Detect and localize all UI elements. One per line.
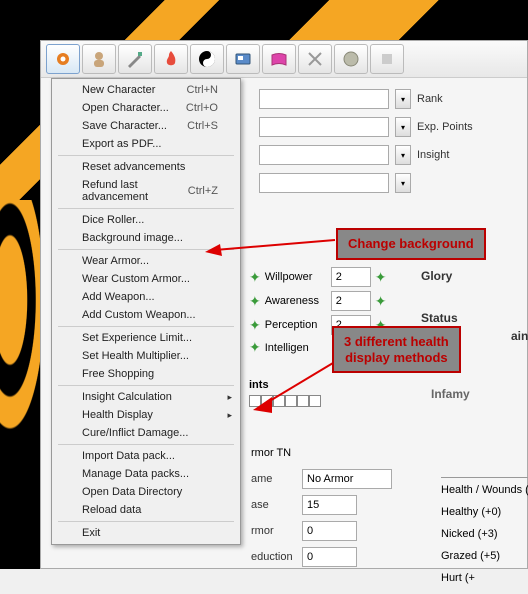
taint-header: aint [511,329,528,343]
menu-item[interactable]: Insight Calculation [54,388,238,406]
menu-item[interactable]: Dice Roller... [54,211,238,229]
menu-item[interactable]: Free Shopping [54,365,238,383]
armor-red-field[interactable] [302,547,357,567]
armor-base-label: ase [251,499,296,511]
armor-armor-field[interactable] [302,521,357,541]
menu-item[interactable]: Set Health Multiplier... [54,347,238,365]
armor-tn-label: rmor TN [251,447,392,459]
stat-field[interactable] [331,291,371,311]
insight-field[interactable] [259,145,389,165]
menu-item[interactable]: Reset advancements [54,158,238,176]
tool-swords[interactable] [118,44,152,74]
rank-dropdown[interactable]: ▾ [395,89,411,109]
armor-name-field[interactable] [302,469,392,489]
tool-yinyang[interactable] [190,44,224,74]
tool-gear[interactable] [46,44,80,74]
armor-red-label: eduction [251,551,296,563]
plus-icon[interactable]: ✦ [375,293,387,310]
menu-item[interactable]: Reload data [54,501,238,519]
extra-dropdown[interactable]: ▾ [395,173,411,193]
menu-item[interactable]: Open Character...Ctrl+O [54,99,238,117]
tool-crossed[interactable] [298,44,332,74]
glory-header: Glory [421,269,458,283]
hw-row: Hurt (+ [441,572,528,584]
tool-flame[interactable] [154,44,188,74]
menu-item[interactable]: Health Display [54,406,238,424]
menu-item[interactable]: Add Custom Weapon... [54,306,238,324]
menu-item[interactable]: Refund last advancementCtrl+Z [54,176,238,206]
hw-title: Health / Wounds (x [441,484,528,496]
menu-item[interactable]: Manage Data packs... [54,465,238,483]
plus-icon[interactable]: ✦ [249,339,261,356]
hw-row: Healthy (+0) [441,506,528,518]
menu-item[interactable]: Exit [54,524,238,542]
plus-icon[interactable]: ✦ [249,269,261,286]
hw-row: Nicked (+3) [441,528,528,540]
main-toolbar [41,41,527,78]
armor-name-label: ame [251,473,296,485]
infamy-header: Infamy [431,387,470,401]
menu-item[interactable]: New CharacterCtrl+N [54,81,238,99]
exp-label: Exp. Points [417,121,473,133]
armor-armor-label: rmor [251,525,296,537]
annotation-health-display: 3 different health display methods [332,326,461,373]
extra-field[interactable] [259,173,389,193]
menu-item[interactable]: Set Experience Limit... [54,329,238,347]
rank-field[interactable] [259,89,389,109]
app-window: New CharacterCtrl+NOpen Character...Ctrl… [40,40,528,569]
tool-misc[interactable] [370,44,404,74]
arrow-1 [200,230,340,260]
content-area: New CharacterCtrl+NOpen Character...Ctrl… [41,77,527,568]
tool-book[interactable] [262,44,296,74]
status-header: Status [421,311,458,325]
hw-row: Grazed (+5) [441,550,528,562]
health-wounds-box: Health / Wounds (x Healthy (+0) Nicked (+… [441,477,528,594]
menu-item[interactable]: Import Data pack... [54,447,238,465]
menu-item[interactable]: Export as PDF... [54,135,238,153]
plus-icon[interactable]: ✦ [375,269,387,286]
tool-character[interactable] [82,44,116,74]
insight-label: Insight [417,149,449,161]
plus-icon[interactable]: ✦ [249,317,261,334]
menu-item[interactable]: Save Character...Ctrl+S [54,117,238,135]
tool-card[interactable] [226,44,260,74]
rank-label: Rank [417,93,443,105]
annotation-change-bg: Change background [336,228,486,260]
main-menu: New CharacterCtrl+NOpen Character...Ctrl… [51,78,241,545]
exp-dropdown[interactable]: ▾ [395,117,411,137]
menu-item[interactable]: Wear Custom Armor... [54,270,238,288]
exp-field[interactable] [259,117,389,137]
plus-icon[interactable]: ✦ [249,293,261,310]
insight-dropdown[interactable]: ▾ [395,145,411,165]
menu-item[interactable]: Add Weapon... [54,288,238,306]
menu-item[interactable]: Open Data Directory [54,483,238,501]
menu-item[interactable]: Cure/Inflict Damage... [54,424,238,442]
armor-base-field[interactable] [302,495,357,515]
stat-field[interactable] [331,267,371,287]
stat-row: ✦Willpower✦ [249,267,386,287]
stat-row: ✦Awareness✦ [249,291,386,311]
tool-coin[interactable] [334,44,368,74]
